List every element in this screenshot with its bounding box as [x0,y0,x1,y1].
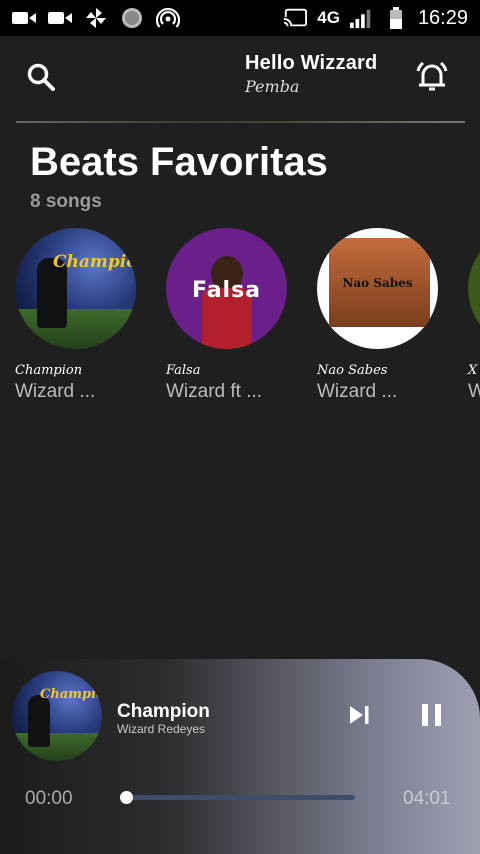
status-bar: 4G 16:29 [0,0,480,36]
video-icon [12,7,36,29]
cover-label: Nao Sabes [342,276,413,290]
app-header: Hello Wizzard Pemba [0,36,480,120]
greeting-text: Hello Wizzard [245,52,378,74]
header-divider [16,121,465,123]
song-carousel[interactable]: Champion Champion Wizard ... Falsa Falsa… [15,228,480,418]
cover-label: Champion [40,687,102,702]
cover-label: Falsa [191,278,262,303]
pause-icon[interactable] [421,703,443,727]
song-title: Champion [15,363,83,378]
song-title: X [468,363,478,378]
song-cover[interactable]: Nao Sabes [317,228,438,349]
playlist-title: Beats Favoritas [30,140,328,184]
song-cover[interactable]: Champion [15,228,136,349]
song-card[interactable]: Champion Champion Wizard ... [15,228,140,403]
song-title: Falsa [166,363,201,378]
circle-icon [120,7,144,29]
player-artist: Wizard Redeyes [117,722,206,736]
clock: 16:29 [417,6,468,29]
song-artist: Wizard ... [15,381,96,402]
bell-icon[interactable] [414,58,450,94]
seek-bar[interactable] [126,795,355,800]
pinwheel-icon [84,7,108,29]
song-cover[interactable]: Falsa [166,228,287,349]
song-card[interactable]: X W [468,228,480,403]
network-type: 4G [317,8,340,27]
greeting-block: Hello Wizzard Pemba [245,52,377,96]
signal-icon [349,7,374,29]
song-cover[interactable] [468,228,480,349]
song-card[interactable]: Nao Sabes Nao Sabes Wizard ... [317,228,442,403]
skip-next-icon[interactable] [349,705,371,725]
song-artist: Wizard ft ... [166,381,263,402]
cast-icon [283,7,308,29]
player-cover[interactable]: Champion [12,671,102,761]
hotspot-icon [156,7,180,29]
song-card[interactable]: Falsa Falsa Wizard ft ... [166,228,291,403]
seek-handle[interactable] [120,791,133,804]
battery-icon [384,7,408,29]
video-icon [48,7,72,29]
cover-label: Champion [53,252,136,272]
current-time: 00:00 [25,788,73,809]
song-artist: Wizard ... [317,381,398,402]
total-time: 04:01 [403,788,451,809]
song-count: 8 songs [30,191,102,212]
username-text: Pemba [245,77,300,96]
player-title: Champion [117,701,210,722]
song-artist: W [468,381,480,402]
search-icon[interactable] [26,62,58,94]
song-title: Nao Sabes [317,363,388,378]
mini-player[interactable]: Champion Champion Wizard Redeyes 00:00 0… [0,659,480,854]
